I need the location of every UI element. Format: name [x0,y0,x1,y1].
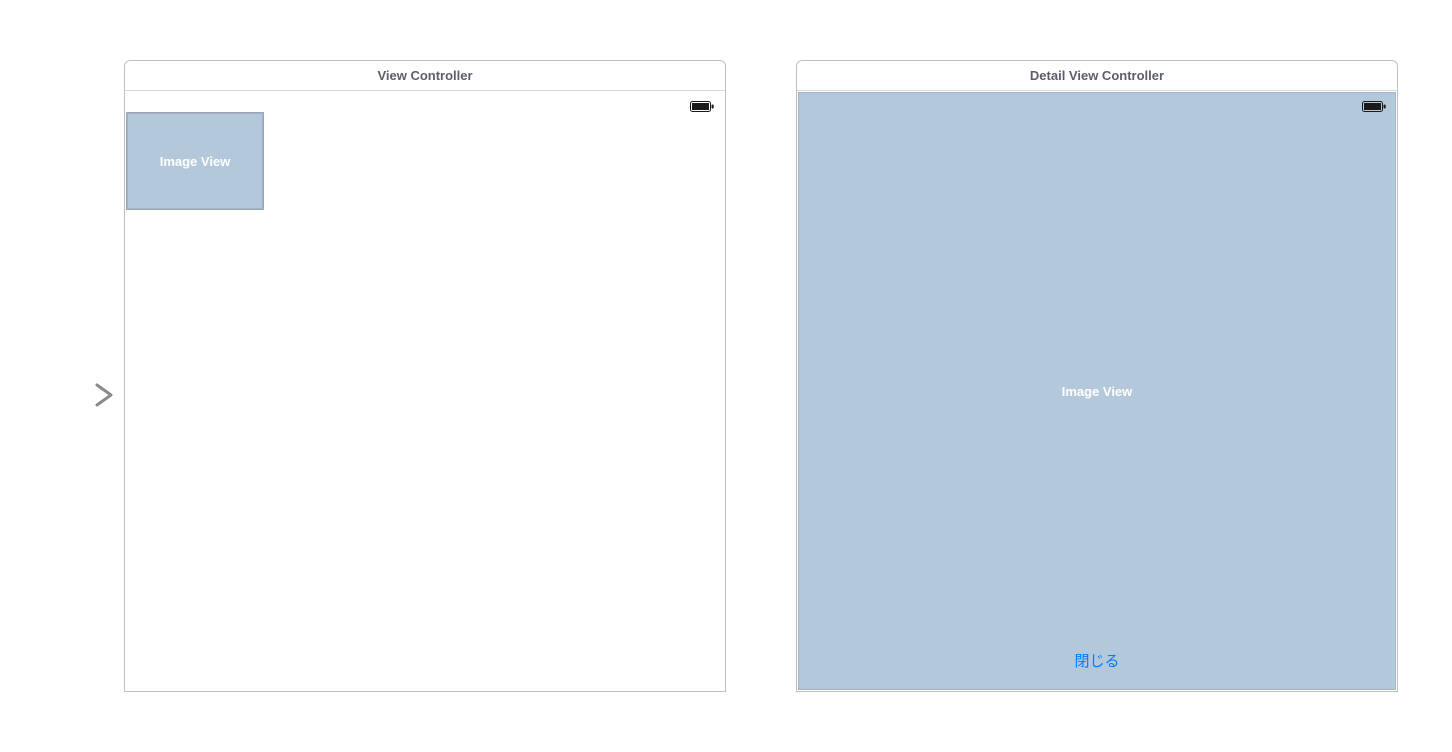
storyboard-entry-arrow [25,380,120,410]
view-controller-scene[interactable]: View Controller Image View [124,60,726,692]
image-view[interactable]: Image View [798,92,1396,690]
image-view-label: Image View [160,154,231,169]
image-view-label: Image View [1062,384,1133,399]
battery-icon [690,99,715,117]
close-button[interactable]: 閉じる [797,650,1397,671]
scene-body: Image View [125,91,725,691]
image-view[interactable]: Image View [127,113,263,209]
battery-icon [1362,99,1387,117]
detail-view-controller-scene[interactable]: Detail View Controller Image View 閉じる [796,60,1398,692]
scene-title: View Controller [125,61,725,91]
scene-title: Detail View Controller [797,61,1397,91]
scene-body: Image View 閉じる [797,91,1397,691]
